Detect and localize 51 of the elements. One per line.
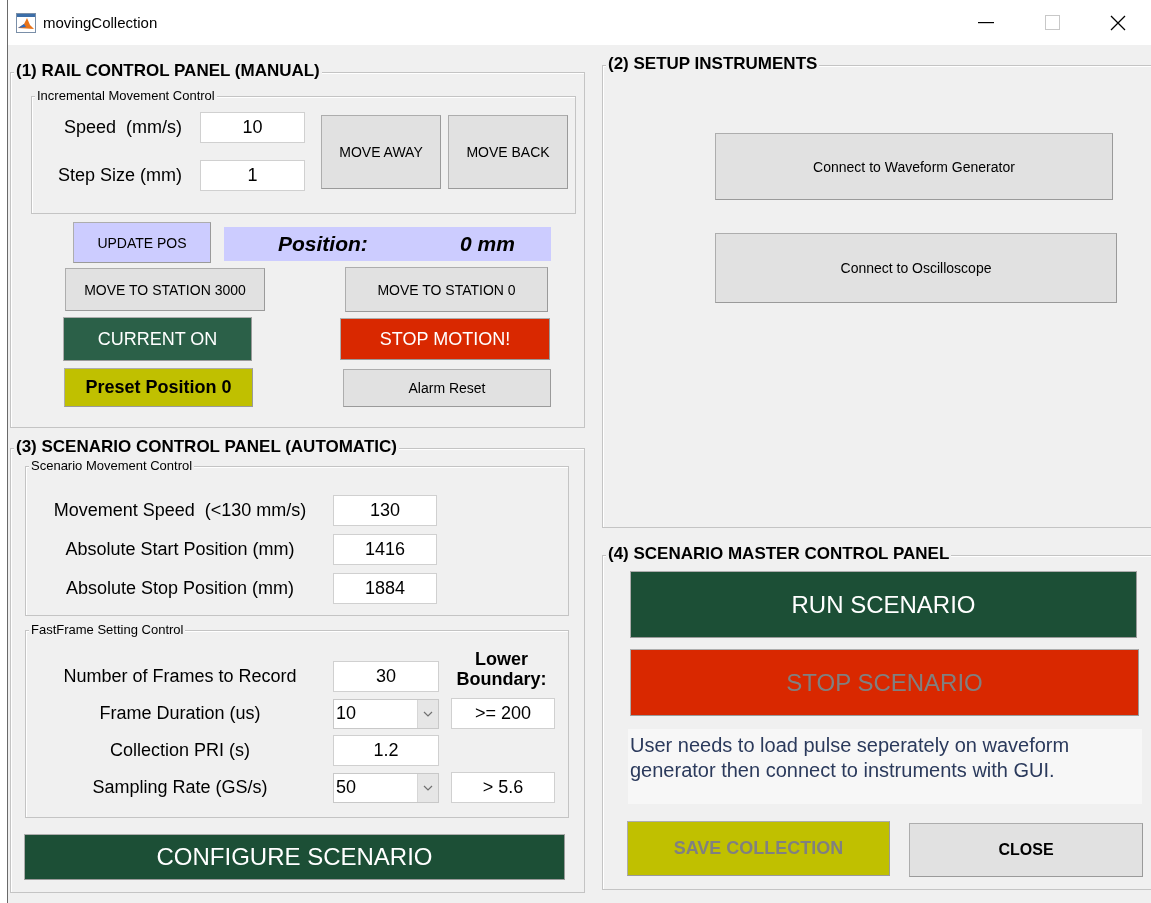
dropdown[interactable]: 10 bbox=[333, 698, 439, 729]
panel-title: Incremental Movement Control bbox=[35, 88, 217, 103]
panel-title: (3) SCENARIO CONTROL PANEL (AUTOMATIC) bbox=[14, 437, 399, 457]
input-field: 1.2 bbox=[333, 735, 439, 766]
field-label: Collection PRI (s) bbox=[108, 740, 251, 761]
position-label: Position: bbox=[278, 232, 369, 256]
update-button[interactable]: UPDATE POS bbox=[73, 222, 211, 263]
position-value: 0 mm bbox=[460, 232, 516, 256]
minimize-icon[interactable] bbox=[978, 21, 994, 24]
close-button[interactable]: CLOSE bbox=[909, 823, 1143, 877]
field-label: Sampling Rate (GS/s) bbox=[91, 777, 269, 798]
current-on-button[interactable]: CURRENT ON bbox=[63, 317, 252, 361]
input-field: 130 bbox=[333, 495, 437, 526]
input-field: >= 200 bbox=[451, 698, 555, 729]
column-heading: Lower Boundary: bbox=[455, 648, 548, 690]
move-button[interactable]: MOVE BACK bbox=[448, 115, 568, 189]
connect-button[interactable]: Connect to Oscilloscope bbox=[715, 233, 1117, 303]
field-label: Absolute Start Position (mm) bbox=[64, 539, 296, 560]
close-icon[interactable] bbox=[1110, 14, 1126, 31]
configure-button[interactable]: CONFIGURE SCENARIO bbox=[24, 834, 565, 880]
field-label: Absolute Stop Position (mm) bbox=[64, 578, 296, 599]
field-label: Movement Speed (<130 mm/s) bbox=[52, 500, 308, 521]
field-label: Frame Duration (us) bbox=[98, 703, 262, 724]
move-button[interactable]: MOVE AWAY bbox=[321, 115, 441, 189]
chevron-down-icon bbox=[423, 784, 433, 791]
input-field: 30 bbox=[333, 661, 439, 692]
app-icon bbox=[16, 12, 36, 33]
field-label: Number of Frames to Record bbox=[62, 666, 298, 687]
dropdown[interactable]: 50 bbox=[333, 772, 439, 803]
input-field: 1884 bbox=[333, 573, 437, 604]
input-field: 1 bbox=[200, 160, 305, 191]
connect-button[interactable]: Connect to Waveform Generator bbox=[715, 133, 1113, 200]
stop-motion-button[interactable]: STOP MOTION! bbox=[340, 318, 550, 360]
panel-title: (4) SCENARIO MASTER CONTROL PANEL bbox=[606, 544, 952, 564]
preset-button[interactable]: Preset Position 0 bbox=[64, 368, 253, 407]
run-button[interactable]: RUN SCENARIO bbox=[630, 571, 1137, 638]
move-station-button[interactable]: MOVE TO STATION 3000 bbox=[65, 268, 265, 311]
panel-title: (1) RAIL CONTROL PANEL (MANUAL) bbox=[14, 61, 322, 81]
panel-title: Scenario Movement Control bbox=[29, 458, 195, 473]
alarm-reset-button[interactable]: Alarm Reset bbox=[343, 368, 551, 407]
panel-title: FastFrame Setting Control bbox=[29, 622, 186, 637]
window-title: movingCollection bbox=[43, 14, 158, 31]
input-field: 1416 bbox=[333, 534, 437, 565]
move-station-button[interactable]: MOVE TO STATION 0 bbox=[345, 267, 548, 312]
note-text: User needs to load pulse seperately on waveform generator then connect to instruments with GUI. bbox=[628, 729, 1142, 804]
input-field: > 5.6 bbox=[451, 772, 555, 803]
field-label: Step Size (mm) bbox=[56, 165, 182, 186]
panel-title: (2) SETUP INSTRUMENTS bbox=[606, 54, 820, 74]
input-field: 10 bbox=[200, 112, 305, 143]
field-label: Speed (mm/s) bbox=[62, 117, 182, 138]
chevron-down-icon bbox=[423, 710, 433, 717]
